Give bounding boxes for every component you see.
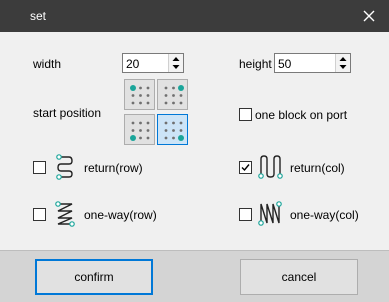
close-icon — [363, 10, 375, 22]
button-bar: confirm cancel — [0, 250, 389, 302]
start-bottom-right-button[interactable] — [157, 114, 188, 145]
width-label: width — [33, 57, 62, 71]
close-button[interactable] — [349, 0, 389, 32]
height-value: 50 — [278, 57, 292, 71]
return-row-label: return(row) — [84, 161, 143, 175]
start-position-label: start position — [33, 106, 102, 120]
one-block-on-port-label: one block on port — [255, 108, 348, 122]
corner-dot-grid-icon — [164, 121, 184, 141]
corner-dot-grid-icon — [130, 85, 150, 105]
settings-dialog: set width 20 height 50 start position on… — [0, 0, 389, 302]
cancel-button[interactable]: cancel — [240, 259, 358, 295]
window-title: set — [30, 9, 47, 23]
return-row-checkbox[interactable] — [33, 161, 46, 174]
confirm-button[interactable]: confirm — [35, 259, 153, 295]
spin-up-icon[interactable] — [336, 54, 350, 63]
corner-dot-grid-icon — [130, 121, 150, 141]
width-spinbox[interactable]: 20 — [122, 53, 184, 73]
height-spinbox[interactable]: 50 — [274, 53, 351, 73]
return-col-icon — [258, 155, 283, 179]
title-bar: set — [0, 0, 389, 32]
oneway-row-label: one-way(row) — [84, 208, 157, 222]
width-value: 20 — [126, 57, 140, 71]
corner-dot-grid-icon — [164, 85, 184, 105]
checkmark-icon — [241, 164, 250, 172]
oneway-row-icon — [55, 201, 75, 227]
start-top-left-button[interactable] — [124, 79, 155, 110]
height-label: height — [239, 57, 272, 71]
spin-down-icon[interactable] — [169, 63, 183, 72]
width-spin-arrows — [168, 54, 183, 72]
oneway-row-checkbox[interactable] — [33, 208, 46, 221]
height-spin-arrows — [335, 54, 350, 72]
one-block-on-port-checkbox[interactable] — [239, 108, 252, 121]
return-col-checkbox[interactable] — [239, 161, 252, 174]
spin-down-icon[interactable] — [336, 63, 350, 72]
oneway-col-icon — [258, 201, 282, 226]
return-row-icon — [56, 154, 73, 180]
oneway-col-label: one-way(col) — [290, 208, 359, 222]
return-col-label: return(col) — [290, 161, 345, 175]
start-bottom-left-button[interactable] — [124, 114, 155, 145]
oneway-col-checkbox[interactable] — [239, 208, 252, 221]
spin-up-icon[interactable] — [169, 54, 183, 63]
start-top-right-button[interactable] — [157, 79, 188, 110]
